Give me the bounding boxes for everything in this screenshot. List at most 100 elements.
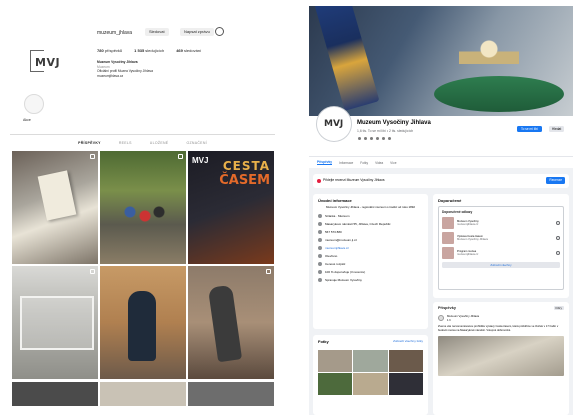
bio-link[interactable]: muzeumjihlava.cz	[97, 74, 257, 79]
avatar	[375, 136, 380, 141]
globe-icon	[318, 245, 322, 250]
intro-row: muzeum@muzeum.ji.cz	[318, 237, 423, 242]
post-image[interactable]	[438, 336, 564, 376]
intro-description: Muzeum Vysočiny Jihlava - regionální muz…	[326, 205, 415, 209]
intro-card: Úvodní informace Muzeum Vysočiny Jihlava…	[313, 194, 428, 329]
intro-title: Úvodní informace	[318, 198, 352, 203]
post-tile[interactable]: MVJ CESTA ČASEM	[188, 151, 274, 264]
avatar[interactable]	[438, 315, 444, 321]
tab-photos[interactable]: Fotky	[360, 161, 368, 165]
featured-title: Doporučené	[438, 198, 462, 203]
poster-logo: MVJ	[192, 156, 209, 165]
stat-following[interactable]: 469 sledování	[176, 48, 201, 53]
post-tile[interactable]	[188, 266, 274, 379]
intro-row: Masarykovo náměstí 55, Jihlava, Czech Re…	[318, 221, 423, 226]
tab-about[interactable]: Informace	[339, 161, 353, 165]
carousel-icon	[90, 154, 95, 159]
carousel-icon	[90, 269, 95, 274]
facebook-page: MVJ Muzeum Vysočiny Jihlava 1,6 tis. To …	[309, 6, 573, 415]
photo-thumb[interactable]	[318, 373, 353, 395]
star-icon	[318, 269, 322, 274]
profile-avatar[interactable]: MVJ	[30, 46, 66, 76]
review-icon	[317, 179, 321, 183]
avatar	[357, 136, 362, 141]
featured-thumb	[442, 232, 454, 244]
post-date[interactable]: 1 h	[447, 318, 479, 322]
stat-posts[interactable]: 780 příspěvků	[97, 48, 122, 53]
more-icon[interactable]	[556, 251, 560, 255]
post-tile[interactable]	[100, 151, 186, 264]
photos-header: Fotky Zobrazit všechny fotky	[318, 339, 423, 347]
page-header: MVJ Muzeum Vysočiny Jihlava 1,6 tis. To …	[309, 107, 573, 156]
price-icon	[318, 261, 322, 266]
review-button[interactable]: Recenze	[546, 177, 565, 184]
photo-thumb[interactable]	[318, 350, 353, 372]
page-title: Muzeum Vysočiny Jihlava	[357, 120, 431, 126]
featured-item[interactable]: Program muzea muzeumjihlava.cz	[442, 247, 560, 259]
photo-thumb[interactable]	[353, 373, 388, 395]
intro-row: Stránka · Muzeum	[318, 213, 423, 218]
featured-list: Doporučené odkazy Muzeum Vysočiny muzeumj…	[438, 206, 564, 290]
see-all-photos-link[interactable]: Zobrazit všechny fotky	[393, 339, 423, 347]
cover-photo[interactable]	[309, 6, 573, 116]
page-avatar[interactable]: MVJ	[317, 107, 351, 141]
follow-button[interactable]: Sledovat	[145, 28, 169, 36]
featured-list-label: Doporučené odkazy	[442, 210, 473, 214]
intro-row: Spravuje Muzeum Vysočiny	[318, 277, 423, 282]
post-tile[interactable]	[100, 382, 186, 406]
featured-item[interactable]: Muzeum Vysočiny muzeumjihlava.cz	[442, 217, 560, 229]
carousel-icon	[178, 154, 183, 159]
post-tile[interactable]	[12, 151, 98, 264]
tab-reels[interactable]: REELS	[119, 141, 132, 145]
profile-tabs: PŘÍSPĚVKY REELS ULOŽENÉ OZNAČENÍ	[10, 134, 275, 145]
review-prompt: Přidejte recenzi Muzeum Vysočiny Jihlava…	[313, 174, 569, 188]
tab-tagged[interactable]: OZNAČENÍ	[186, 141, 206, 145]
tab-more[interactable]: Více	[390, 161, 396, 165]
see-all-featured-button[interactable]: Zobrazit všechny	[442, 262, 560, 268]
avatar-text: MVJ	[324, 119, 344, 129]
like-button[interactable]: To se mi líbí	[517, 126, 543, 132]
review-prompt-text: Přidejte recenzi Muzeum Vysočiny Jihlava	[323, 178, 385, 182]
intro-row: 567 573 880	[318, 229, 423, 234]
intro-row: Cenové rozpětí	[318, 261, 423, 266]
post-tile[interactable]	[100, 266, 186, 379]
follower-avatars	[357, 136, 392, 141]
posts-title: Příspěvky	[438, 306, 456, 310]
carousel-icon	[266, 269, 271, 274]
post-author[interactable]: Muzeum Vysočiny Jihlava	[447, 314, 479, 318]
stat-followers[interactable]: 1 535 sledujících	[134, 48, 164, 53]
photos-title: Fotky	[318, 339, 329, 344]
cover-crown-shape	[459, 34, 519, 84]
message-button[interactable]: Napsat zprávu	[180, 28, 214, 36]
post-text: Zveme vás na komentovanou prohlídku výst…	[438, 325, 559, 332]
intro-row[interactable]: muzeumjihlava.cz	[318, 245, 423, 250]
featured-item[interactable]: Výstava Cesta časem Muzeum Vysočiny Jihla…	[442, 232, 560, 244]
more-icon[interactable]	[556, 221, 560, 225]
photo-thumb[interactable]	[388, 373, 423, 395]
featured-thumb	[442, 217, 454, 229]
tab-saved[interactable]: ULOŽENÉ	[150, 141, 169, 145]
intro-row: 100 % doporučuje (3 recenze)	[318, 269, 423, 274]
search-button[interactable]: Hledat	[549, 126, 565, 132]
phone-icon	[318, 229, 322, 234]
post-meta: Muzeum Vysočiny Jihlava 1 h	[438, 314, 564, 322]
profile-username: muzeum_jhlava	[97, 30, 133, 36]
filters-button[interactable]: Filtry	[553, 306, 564, 310]
tab-videos[interactable]: Videa	[375, 161, 383, 165]
photo-thumb[interactable]	[388, 350, 423, 372]
post-tile[interactable]	[12, 266, 98, 379]
avatar	[381, 136, 386, 141]
page-stats: 1,6 tis. To se mi líbí • 2 tis. sledujíc…	[357, 129, 414, 133]
story-highlight[interactable]	[24, 94, 44, 114]
tab-posts[interactable]: Příspěvky	[317, 160, 333, 165]
profile-bio: Muzeum Vysočiny Jihlava Muzeum Oficiální…	[97, 60, 257, 78]
photo-thumb[interactable]	[353, 350, 388, 372]
tab-posts[interactable]: PŘÍSPĚVKY	[78, 141, 101, 145]
gear-icon[interactable]	[215, 27, 224, 36]
instagram-profile: MVJ muzeum_jhlava Sledovat Napsat zprávu…	[10, 6, 275, 406]
profile-stats: 780 příspěvků 1 535 sledujících 469 sled…	[97, 48, 201, 53]
post-tile[interactable]	[188, 382, 274, 406]
post-tile[interactable]	[12, 382, 98, 406]
shield-icon	[318, 277, 322, 282]
more-icon[interactable]	[556, 236, 560, 240]
